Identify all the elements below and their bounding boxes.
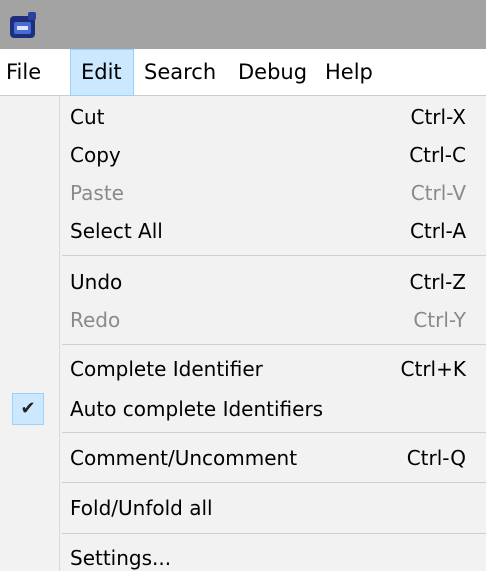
menu-item-paste[interactable]: Paste Ctrl-V [0,174,486,212]
menu-file[interactable]: File [6,49,41,96]
menu-bar: File Edit Search Debug Help [0,49,486,96]
menu-item-cut[interactable]: Cut Ctrl-X [0,98,486,136]
menu-separator [62,482,486,483]
menu-item-label: Select All [70,219,163,243]
menu-item-fold-unfold-all[interactable]: Fold/Unfold all [0,489,486,527]
menu-separator [62,533,486,534]
menu-item-label: Auto complete Identifiers [70,397,324,421]
menu-item-shortcut: Ctrl-Q [406,446,466,470]
menu-item-undo[interactable]: Undo Ctrl-Z [0,263,486,301]
menu-item-shortcut: Ctrl-C [409,143,466,167]
menu-edit[interactable]: Edit [70,49,134,96]
menu-item-label: Settings... [70,546,172,570]
menu-item-settings[interactable]: Settings... [0,539,486,577]
menu-item-label: Fold/Unfold all [70,496,213,520]
menu-help[interactable]: Help [325,49,373,96]
menu-item-select-all[interactable]: Select All Ctrl-A [0,212,486,250]
menu-item-complete-identifier[interactable]: Complete Identifier Ctrl+K [0,350,486,388]
menu-item-label: Paste [70,181,124,205]
menu-item-auto-complete-identifiers[interactable]: ✔ Auto complete Identifiers [0,390,486,428]
menu-item-shortcut: Ctrl+K [400,357,466,381]
menu-search[interactable]: Search [144,49,216,96]
menu-item-shortcut: Ctrl-X [410,105,466,129]
menu-separator [62,432,486,433]
menu-item-label: Comment/Uncomment [70,446,298,470]
menu-item-shortcut: Ctrl-Y [413,308,466,332]
app-logo-icon[interactable] [8,10,38,40]
menu-item-copy[interactable]: Copy Ctrl-C [0,136,486,174]
menu-debug[interactable]: Debug [238,49,307,96]
menu-item-redo[interactable]: Redo Ctrl-Y [0,301,486,339]
menu-item-shortcut: Ctrl-A [409,219,466,243]
menu-item-label: Undo [70,270,123,294]
check-icon: ✔ [12,393,44,425]
menu-separator [62,255,486,256]
title-bar [0,0,486,49]
menu-item-comment-uncomment[interactable]: Comment/Uncomment Ctrl-Q [0,439,486,477]
menu-item-shortcut: Ctrl-Z [409,270,466,294]
menu-separator [62,344,486,345]
edit-dropdown-menu: Cut Ctrl-X Copy Ctrl-C Paste Ctrl-V Sele… [0,96,486,571]
menu-item-label: Copy [70,143,121,167]
menu-item-label: Redo [70,308,121,332]
menu-item-label: Complete Identifier [70,357,263,381]
menu-item-label: Cut [70,105,105,129]
menu-item-shortcut: Ctrl-V [410,181,466,205]
